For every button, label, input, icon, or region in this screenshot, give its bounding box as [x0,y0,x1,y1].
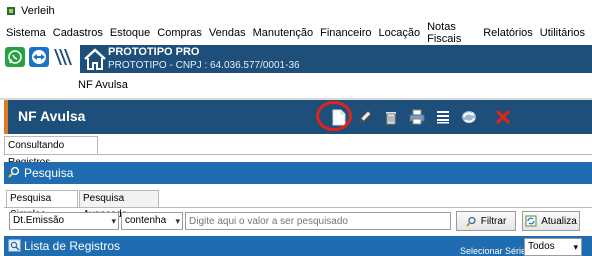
form-header: NF Avulsa [4,100,592,134]
teamviewer-icon[interactable] [28,45,50,69]
search-icon [8,166,20,181]
document-tabs: NF Avulsa [0,75,592,95]
field-select-value: Dt.Emissão [13,215,65,226]
serie-label: Selecionar Série : [460,246,532,256]
refresh-button-label: Atualiza [541,215,577,227]
operator-select-value: contenha [125,215,167,226]
vendor-logo-icon[interactable] [52,45,74,69]
menu-item-notas-fiscais[interactable]: Notas Fiscais [427,21,476,45]
divider [4,154,592,155]
operator-select[interactable]: contenha ▾ [121,212,183,230]
tab-consultando-registros[interactable]: Consultando Registros [4,136,98,168]
field-select[interactable]: Dt.Emissão ▾ [9,212,119,230]
menu-item-compras[interactable]: Compras [157,27,202,39]
refresh-button[interactable]: Atualiza [522,211,580,231]
app-icon [6,6,16,16]
home-icon[interactable] [82,46,108,72]
window-title: Verleih [21,5,55,17]
tab-pesquisa-avancada[interactable]: Pesquisa Avançada [79,190,159,220]
menu-item-relatorios[interactable]: Relatórios [483,27,533,39]
magnifier-icon [466,216,477,227]
menu-bar: Sistema Cadastros Estoque Compras Vendas… [0,21,592,45]
refresh-small-icon [525,215,537,227]
company-cnpj: PROTOTIPO - CNPJ : 64.036.577/0001-36 [108,60,300,71]
menu-item-locacao[interactable]: Locação [379,27,421,39]
menu-item-financeiro[interactable]: Financeiro [320,27,371,39]
print-icon[interactable] [406,106,428,128]
menu-item-vendas[interactable]: Vendas [209,27,246,39]
filter-row: Dt.Emissão ▾ contenha ▾ Filtrar Atualiza [4,210,592,232]
search-input[interactable] [185,212,451,230]
form-title: NF Avulsa [18,108,86,124]
menu-item-manutencao[interactable]: Manutenção [253,27,314,39]
menu-item-cadastros[interactable]: Cadastros [53,27,103,39]
chevron-down-icon: ▾ [111,216,116,226]
list-icon[interactable] [432,106,454,128]
pesquisa-header: Pesquisa [4,162,592,184]
highlight-circle [316,101,352,131]
pesquisa-title: Pesquisa [24,166,74,180]
window-titlebar: Verleih [0,0,592,22]
serie-select[interactable]: Todos ▾ [524,238,582,256]
serie-select-value: Todos [528,241,555,252]
list-records-icon [8,239,21,252]
edit-pencil-icon[interactable] [354,106,376,128]
company-name: PROTOTIPO PRO [108,46,200,58]
filter-button-label: Filtrar [480,215,507,227]
list-title: Lista de Registros [24,239,121,253]
tab-nf-avulsa[interactable]: NF Avulsa [76,75,140,95]
brand-row: PROTOTIPO PRO PROTOTIPO - CNPJ : 64.036.… [0,43,592,75]
trash-icon[interactable] [380,106,402,128]
menu-item-estoque[interactable]: Estoque [110,27,150,39]
menu-item-utilitarios[interactable]: Utilitários [540,27,585,39]
chevron-down-icon: ▾ [573,242,578,252]
refresh-icon[interactable] [458,106,480,128]
menu-item-sistema[interactable]: Sistema [6,27,46,39]
tab-pesquisa-simples[interactable]: Pesquisa Simples [6,190,78,220]
list-header: Lista de Registros Selecionar Série : [4,236,592,256]
filter-button[interactable]: Filtrar [456,211,516,231]
divider [4,207,592,208]
whatsapp-icon[interactable] [4,45,26,69]
company-banner: PROTOTIPO PRO PROTOTIPO - CNPJ : 64.036.… [80,45,592,73]
search-mode-tabs: Pesquisa Simples Pesquisa Avançada [4,190,592,220]
close-x-icon[interactable] [492,106,514,128]
chevron-down-icon: ▾ [175,216,180,226]
